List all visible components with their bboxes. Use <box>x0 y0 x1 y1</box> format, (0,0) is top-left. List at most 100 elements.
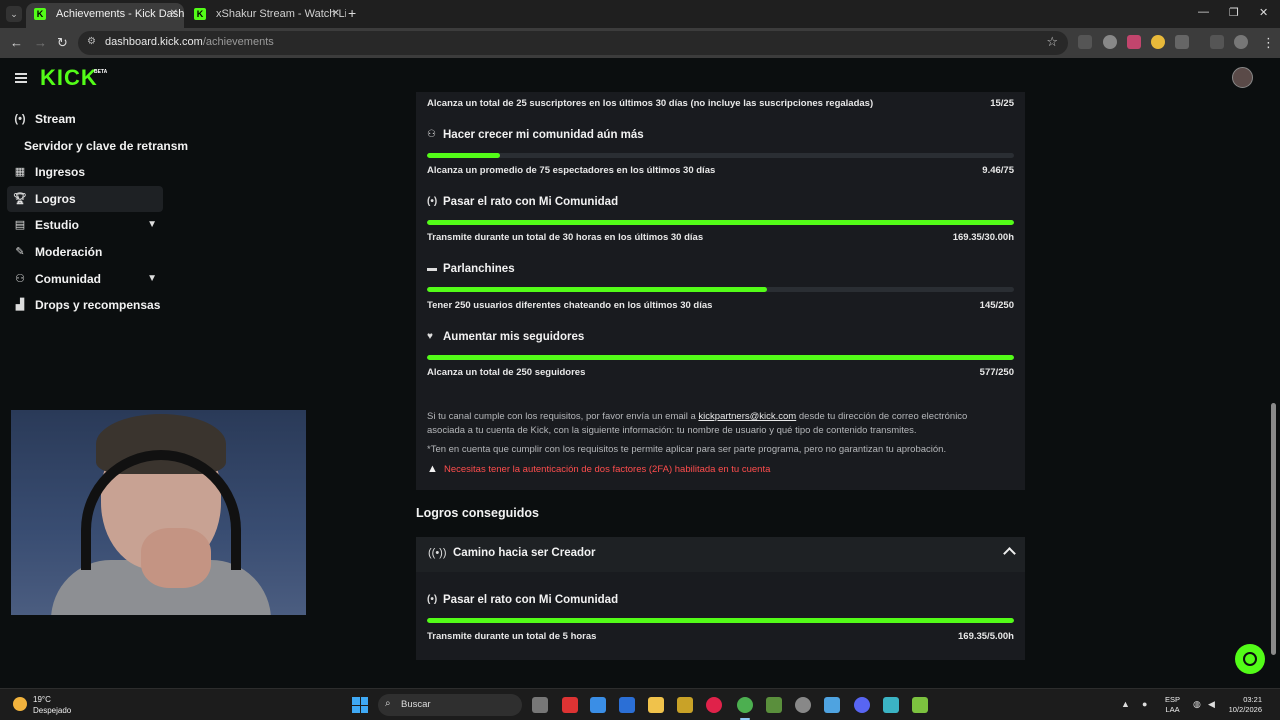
sidebar-item-label: Comunidad <box>35 272 101 286</box>
achievement-value: 169.35/30.00h <box>952 232 1014 243</box>
requirements-info: Si tu canal cumple con los requisitos, p… <box>427 411 968 436</box>
tab-close-icon[interactable]: ✕ <box>332 3 340 25</box>
sidebar-item-label: Stream <box>35 112 76 126</box>
sidebar-item-label: Estudio <box>35 218 79 232</box>
reload-icon[interactable]: ↻ <box>57 35 68 51</box>
new-tab-icon[interactable]: + <box>348 6 356 20</box>
app-icon[interactable] <box>795 697 811 713</box>
bookmark-star-icon[interactable]: ☆ <box>1046 34 1058 50</box>
menu-icon[interactable] <box>15 73 27 83</box>
taskbar-search[interactable]: ⌕ Buscar <box>378 694 522 716</box>
achievement-description: Alcanza un total de 25 suscriptores en l… <box>427 98 874 109</box>
clock[interactable]: 03:21 10/2/2026 <box>1222 695 1262 715</box>
profile-icon[interactable] <box>1234 35 1248 49</box>
wrench-icon: ✎ <box>15 246 25 258</box>
close-window-icon[interactable]: ✕ <box>1259 6 1268 19</box>
task-view-icon[interactable] <box>532 697 548 713</box>
progress-bar <box>427 153 1014 158</box>
support-chat-button[interactable] <box>1235 644 1265 674</box>
achievement-title: (•) Pasar el rato con Mi Comunidad <box>427 594 619 606</box>
scrollbar-thumb[interactable] <box>1271 403 1276 655</box>
forward-icon[interactable]: → <box>34 35 47 51</box>
achievement-description: Alcanza un promedio de 75 espectadores e… <box>427 165 716 176</box>
extension-icon[interactable] <box>1078 35 1092 49</box>
weather-icon[interactable] <box>13 697 27 711</box>
search-placeholder: Buscar <box>401 699 431 710</box>
network-icon[interactable]: ◍ <box>1193 699 1201 710</box>
avatar[interactable] <box>1232 67 1253 88</box>
temperature: 19°C <box>33 695 51 704</box>
2fa-warning: ▲ Necesitas tener la autenticación de do… <box>427 463 771 475</box>
partners-email-link[interactable]: kickpartners@kick.com <box>698 411 796 422</box>
achievement-value: 9.46/75 <box>982 165 1014 176</box>
achievement-title: (•) Pasar el rato con Mi Comunidad <box>427 196 619 208</box>
language-indicator[interactable]: ESP LAA <box>1165 695 1180 715</box>
accordion-creator-path[interactable]: ((•)) Camino hacia ser Creador <box>416 537 1025 572</box>
achievement-value: 169.35/5.00h <box>958 631 1014 642</box>
app-icon[interactable] <box>912 697 928 713</box>
sidebar-item-moderacion[interactable]: ✎ Moderación <box>7 239 163 265</box>
discord-icon[interactable] <box>854 697 870 713</box>
chevron-up-icon[interactable] <box>1003 547 1016 560</box>
back-icon[interactable]: ← <box>10 35 23 51</box>
tab-close-icon[interactable]: ✕ <box>170 3 178 25</box>
achievement-description: Alcanza un total de 250 seguidores <box>427 367 586 378</box>
url-path: /achievements <box>202 36 274 48</box>
progress-bar <box>427 355 1014 360</box>
app-icon[interactable] <box>562 697 578 713</box>
microphone-icon[interactable]: ● <box>1142 699 1147 709</box>
broadcast-icon: (•) <box>427 594 438 605</box>
minimize-icon[interactable]: — <box>1198 6 1209 18</box>
start-button[interactable] <box>352 697 368 713</box>
rewards-icon: ▟ <box>15 299 25 311</box>
achievement-description: Transmite durante un total de 30 horas e… <box>427 232 704 243</box>
scrollbar[interactable] <box>1268 100 1278 688</box>
tab-achievements[interactable]: K Achievements - Kick Dashboard ✕ <box>26 3 184 28</box>
sidebar-item-drops[interactable]: ▟ Drops y recompensas <box>7 292 163 318</box>
achievement-title: ⚇ Hacer crecer mi comunidad aún más <box>427 129 644 141</box>
volume-icon[interactable]: ◀ <box>1208 699 1215 710</box>
tab-stream[interactable]: K xShakur Stream - Watch Live on Kick ✕ <box>186 3 346 28</box>
broadcast-icon: ((•)) <box>428 547 447 559</box>
broadcast-icon: (•) <box>14 113 26 125</box>
broadcast-icon: (•) <box>427 196 438 207</box>
browser-menu-icon[interactable]: ⋮ <box>1262 35 1275 51</box>
sidebar-item-comunidad[interactable]: ⚇ Comunidad ▼ <box>7 266 163 292</box>
tray-chevron-icon[interactable]: ▲ <box>1121 699 1130 709</box>
restore-icon[interactable]: ❐ <box>1229 6 1239 19</box>
sidebar-item-label: Drops y recompensas <box>35 298 161 312</box>
requirements-note: *Ten en cuenta que cumplir con los requi… <box>427 444 947 455</box>
completed-heading: Logros conseguidos <box>416 506 539 520</box>
reading-list-icon[interactable] <box>1210 35 1224 49</box>
chart-icon: ▦ <box>14 166 26 178</box>
app-icon[interactable] <box>883 697 899 713</box>
webcam-overlay <box>11 410 306 615</box>
chevron-down-icon: ▼ <box>147 219 157 230</box>
store-icon[interactable] <box>590 697 606 713</box>
file-explorer-icon[interactable] <box>648 697 664 713</box>
site-info-icon[interactable]: ⚙ <box>87 36 100 49</box>
app-icon[interactable] <box>677 697 693 713</box>
trophy-icon: 🏆︎ <box>13 193 27 205</box>
windows-taskbar: 19°C Despejado ⌕ Buscar ▲ ● ESP LAA ◍ ◀ 03… <box>0 688 1280 720</box>
extension-icon[interactable] <box>1103 35 1117 49</box>
notepad-icon[interactable] <box>824 697 840 713</box>
kick-logo[interactable]: KICK <box>40 67 98 89</box>
extension-icon[interactable] <box>1151 35 1165 49</box>
app-icon[interactable] <box>766 697 782 713</box>
tab-search-icon[interactable]: ⌄ <box>6 6 22 22</box>
chevron-down-icon: ▼ <box>147 273 157 284</box>
chrome-icon[interactable] <box>737 697 753 713</box>
sidebar-item-stream[interactable]: (•) Stream <box>7 106 163 132</box>
sidebar-item-server-key[interactable]: Servidor y clave de retransm <box>24 139 188 153</box>
extensions-puzzle-icon[interactable] <box>1175 35 1189 49</box>
tab-title: xShakur Stream - Watch Live on Kick <box>216 8 346 20</box>
sidebar-item-estudio[interactable]: ▤ Estudio ▼ <box>7 212 163 238</box>
sidebar-item-logros[interactable]: 🏆︎ Logros <box>7 186 163 212</box>
url-input[interactable]: ⚙ dashboard.kick.com/achievements ☆ <box>78 31 1068 55</box>
sidebar-item-ingresos[interactable]: ▦ Ingresos <box>7 159 163 185</box>
mail-icon[interactable] <box>619 697 635 713</box>
search-icon: ⌕ <box>385 698 391 709</box>
app-icon[interactable] <box>706 697 722 713</box>
extension-icon[interactable] <box>1127 35 1141 49</box>
